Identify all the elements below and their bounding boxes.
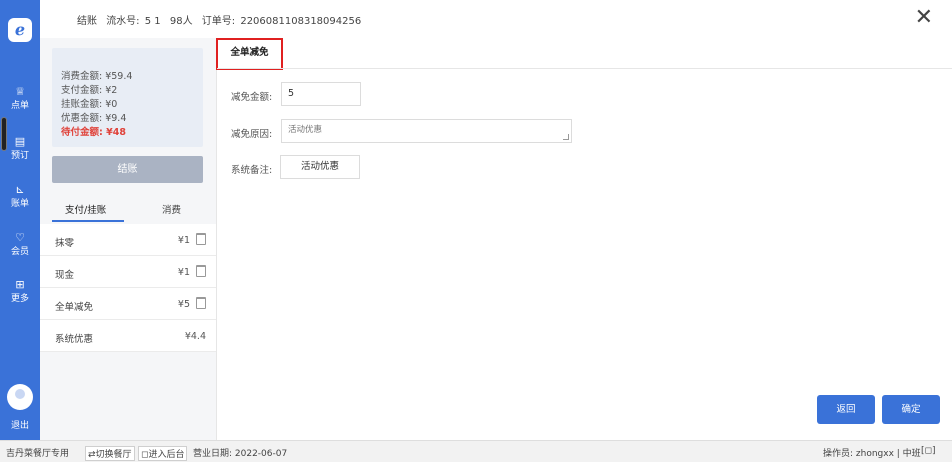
amount-label: 减免金额: — [231, 89, 272, 103]
order-icon: ♕ — [0, 86, 40, 98]
discount-reason-textarea[interactable]: 活动优惠 — [281, 119, 572, 143]
trash-icon[interactable] — [196, 297, 206, 309]
list-item: 现金 ¥1 — [40, 256, 216, 288]
payment-name: 抹零 — [55, 235, 74, 249]
settle-button[interactable]: 结账 — [52, 156, 203, 183]
serial-value: 5 1 — [145, 16, 161, 27]
trash-icon[interactable] — [196, 265, 206, 277]
guest-count: 98人 — [170, 16, 193, 27]
app-logo-icon: ℯ — [8, 18, 32, 42]
discount-amount: 优惠金额: ¥9.4 — [61, 110, 126, 124]
order-number: 2206081108318094256 — [240, 16, 361, 27]
status-bar: 吉丹菜餐厅专用 ⇄切换餐厅 ◻进入后台 营业日期: 2022-06-07 操作员… — [0, 440, 952, 462]
reservation-icon: ▤ — [0, 136, 40, 148]
amount-summary: 消费金额: ¥59.4 支付金额: ¥2 挂账金额: ¥0 优惠金额: ¥9.4… — [52, 48, 203, 147]
reason-label: 减免原因: — [231, 126, 272, 140]
tab-full-order-discount[interactable]: 全单减免 — [216, 38, 283, 70]
payment-amount: ¥1 — [178, 267, 190, 278]
payment-list: 抹零 ¥1 现金 ¥1 全单减免 ¥5 系统优惠 ¥4.4 — [40, 224, 216, 352]
nav-item-more[interactable]: ⊞ 更多 — [0, 279, 40, 304]
payment-name: 现金 — [55, 267, 74, 281]
tab-divider — [217, 68, 952, 69]
enter-backend-button[interactable]: ◻进入后台 — [138, 446, 187, 461]
member-icon: ♡ — [0, 232, 40, 244]
confirm-button[interactable]: 确定 — [882, 395, 940, 424]
remark-label: 系统备注: — [231, 162, 272, 176]
consumption-amount: 消费金额: ¥59.4 — [61, 68, 132, 82]
discount-form-panel: 全单减免 减免金额: 5 减免原因: 活动优惠 系统备注: 活动优惠 返回 确定 — [216, 38, 952, 440]
avatar[interactable] — [7, 384, 33, 410]
payment-amount: ¥1 — [178, 235, 190, 246]
nav-item-label: 会员 — [11, 247, 29, 257]
active-tab-indicator — [52, 220, 124, 222]
payment-tabs: 支付/挂账 消费 — [52, 198, 210, 222]
bills-icon: ⊾ — [0, 184, 40, 196]
serial-label: 流水号: — [106, 16, 139, 27]
system-remark-tag[interactable]: 活动优惠 — [280, 155, 360, 179]
trash-icon[interactable] — [196, 233, 206, 245]
credit-amount: 挂账金额: ¥0 — [61, 96, 117, 110]
nav-item-label: 点单 — [11, 101, 29, 111]
side-nav: ℯ ♕ 点单 ▤ 预订 ⊾ 账单 ♡ 会员 ⊞ 更多 退出 — [0, 0, 40, 440]
order-info: 结账 流水号: 5 1 98人 订单号: 2206081108318094256 — [77, 12, 367, 27]
list-item: 系统优惠 ¥4.4 — [40, 320, 216, 352]
nav-item-label: 账单 — [11, 199, 29, 209]
close-icon[interactable]: ✕ — [915, 7, 933, 29]
business-date: 营业日期: 2022-06-07 — [193, 446, 287, 459]
switch-restaurant-button[interactable]: ⇄切换餐厅 — [85, 446, 135, 461]
window-icon[interactable]: [◻] — [921, 446, 936, 456]
paid-amount: 支付金额: ¥2 — [61, 82, 117, 96]
payment-amount: ¥5 — [178, 299, 190, 310]
payment-panel: 消费金额: ¥59.4 支付金额: ¥2 挂账金额: ¥0 优惠金额: ¥9.4… — [40, 38, 216, 440]
nav-item-reservation[interactable]: ▤ 预订 — [0, 136, 40, 161]
store-name: 吉丹菜餐厅专用 — [6, 446, 69, 459]
order-label: 订单号: — [202, 16, 235, 27]
list-item: 抹零 ¥1 — [40, 224, 216, 256]
checkout-window: ℯ ♕ 点单 ▤ 预订 ⊾ 账单 ♡ 会员 ⊞ 更多 退出 结账 流水号: 5 … — [0, 0, 952, 462]
operator-info: 操作员: zhongxx | 中班 — [823, 446, 921, 459]
list-item: 全单减免 ¥5 — [40, 288, 216, 320]
nav-item-label: 更多 — [11, 294, 29, 304]
nav-item-bills[interactable]: ⊾ 账单 — [0, 184, 40, 209]
payment-name: 全单减免 — [55, 299, 93, 313]
nav-item-order[interactable]: ♕ 点单 — [0, 86, 40, 111]
discount-amount-input[interactable]: 5 — [281, 82, 361, 106]
due-amount: 待付金额: ¥48 — [61, 124, 126, 138]
tab-payment[interactable]: 支付/挂账 — [65, 202, 106, 216]
tab-consumption[interactable]: 消费 — [162, 202, 181, 216]
back-button[interactable]: 返回 — [817, 395, 875, 424]
nav-item-label: 预订 — [11, 151, 29, 161]
payment-amount: ¥4.4 — [185, 331, 206, 342]
payment-name: 系统优惠 — [55, 331, 93, 345]
logout-button[interactable]: 退出 — [0, 418, 40, 431]
page-title: 结账 — [77, 16, 97, 27]
header: 结账 流水号: 5 1 98人 订单号: 2206081108318094256… — [40, 0, 952, 38]
more-icon: ⊞ — [0, 279, 40, 291]
nav-item-member[interactable]: ♡ 会员 — [0, 232, 40, 257]
